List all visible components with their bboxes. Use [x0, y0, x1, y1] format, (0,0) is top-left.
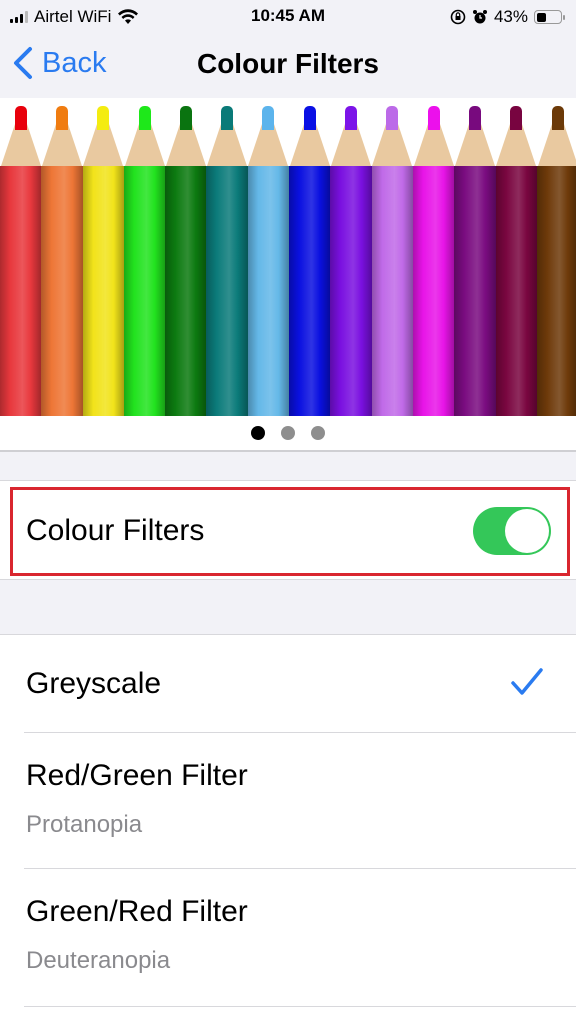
navigation-bar: Back Colour Filters — [0, 34, 576, 98]
pencil — [206, 106, 248, 416]
orientation-lock-icon — [450, 9, 466, 25]
pencil — [536, 106, 576, 416]
page-dot[interactable] — [251, 426, 265, 440]
divider — [24, 1005, 576, 1007]
pencil — [41, 106, 83, 416]
page-dot[interactable] — [311, 426, 325, 440]
pencil — [247, 106, 290, 416]
filter-option-green-red[interactable]: Green/Red Filter Deuteranopia — [0, 869, 576, 1007]
filter-option-red-green[interactable]: Red/Green Filter Protanopia — [0, 733, 576, 869]
checkmark-icon — [511, 668, 543, 695]
status-bar: Airtel WiFi 10:45 AM 43% — [0, 0, 576, 34]
pencils-image — [0, 106, 576, 416]
colour-filters-toggle[interactable] — [473, 507, 551, 555]
filter-subtitle: Protanopia — [26, 811, 143, 838]
pencil — [495, 106, 537, 416]
pencil — [82, 106, 124, 416]
pencil — [412, 106, 455, 416]
page-title: Colour Filters — [196, 48, 379, 79]
toggle-knob — [505, 509, 549, 553]
battery-icon — [534, 10, 565, 24]
pencil — [123, 106, 166, 416]
pencil — [289, 106, 331, 416]
filter-title: Red/Green Filter — [26, 759, 248, 792]
battery-percent: 43% — [493, 7, 528, 26]
pencil — [330, 106, 372, 416]
alarm-icon — [472, 10, 487, 24]
pencil — [0, 106, 42, 416]
filter-option-greyscale[interactable]: Greyscale — [0, 635, 576, 733]
filter-title: Greyscale — [26, 667, 162, 700]
pencil — [371, 106, 413, 416]
filter-subtitle: Deuteranopia — [26, 947, 171, 974]
pencil — [454, 106, 496, 416]
filter-title: Green/Red Filter — [26, 895, 248, 928]
page-dot[interactable] — [281, 426, 295, 440]
filter-list: Greyscale Red/Green Filter Protanopia Gr… — [0, 634, 576, 1024]
colour-filters-label: Colour Filters — [26, 514, 205, 547]
pencil — [165, 106, 207, 416]
filter-preview[interactable] — [0, 98, 576, 452]
page-indicator[interactable] — [0, 426, 576, 440]
